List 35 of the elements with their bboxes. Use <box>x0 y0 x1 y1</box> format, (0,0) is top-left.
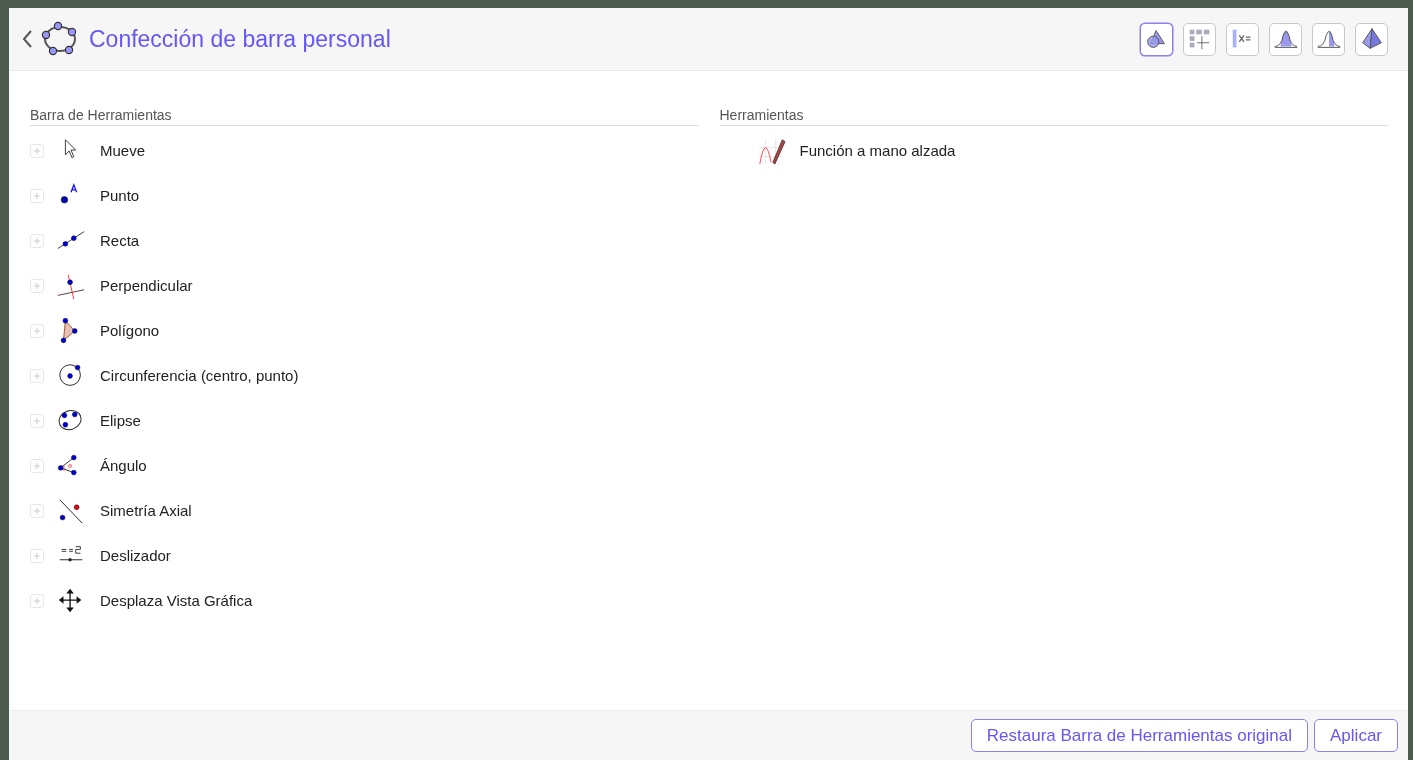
view-button[interactable] <box>1226 22 1259 56</box>
apply-button[interactable]: Aplicar <box>1314 719 1398 752</box>
tool-label[interactable]: Desplaza Vista Gráfica <box>100 592 253 609</box>
tool-label[interactable]: Punto <box>100 187 140 204</box>
expand-icon[interactable] <box>30 143 44 158</box>
section-heading: Barra de Herramientas <box>30 107 699 126</box>
expand-icon[interactable] <box>30 593 44 608</box>
view-button[interactable] <box>1312 22 1345 56</box>
tool-label[interactable]: Función a mano alzada <box>799 142 956 159</box>
restore-button[interactable]: Restaura Barra de Herramientas original <box>970 719 1309 752</box>
expand-icon[interactable] <box>30 458 44 473</box>
tool-label[interactable]: Deslizador <box>100 547 171 564</box>
tool-label[interactable]: Circunferencia (centro, punto) <box>100 367 299 384</box>
expand-icon[interactable] <box>30 278 44 293</box>
tool-label[interactable]: Perpendicular <box>100 277 193 294</box>
expand-icon[interactable] <box>30 323 44 338</box>
expand-icon[interactable] <box>30 503 44 518</box>
tool-label[interactable]: Recta <box>100 232 140 249</box>
back-icon[interactable] <box>21 28 33 50</box>
expand-icon[interactable] <box>30 548 44 563</box>
tool-label[interactable]: Polígono <box>100 322 160 339</box>
expand-icon[interactable] <box>30 233 44 248</box>
dialog-title: Confección de barra personal <box>89 25 392 53</box>
expand-icon[interactable] <box>30 368 44 383</box>
tool-label[interactable]: Elipse <box>100 412 141 429</box>
view-button[interactable] <box>1355 22 1388 56</box>
section-heading: Herramientas <box>719 107 1388 126</box>
tool-label[interactable]: Simetría Axial <box>100 502 192 519</box>
view-button[interactable] <box>1140 22 1173 56</box>
expand-icon[interactable] <box>30 188 44 203</box>
tool-label[interactable]: Mueve <box>100 142 146 159</box>
pentagon-icon <box>41 20 79 58</box>
view-button[interactable] <box>1269 22 1302 56</box>
expand-icon[interactable] <box>30 413 44 428</box>
tool-label[interactable]: Ángulo <box>100 457 147 474</box>
